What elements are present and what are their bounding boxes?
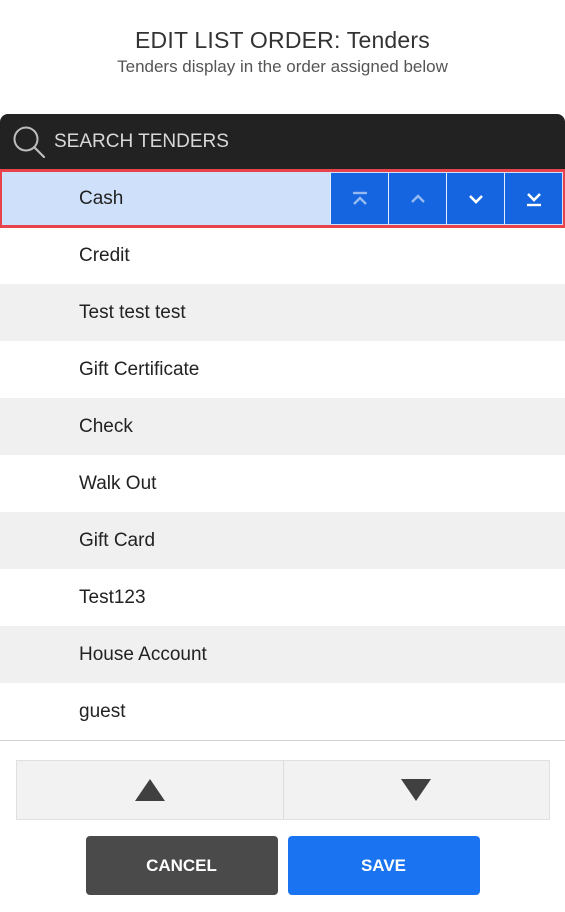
search-icon bbox=[13, 126, 46, 159]
page-subtitle: Tenders display in the order assigned be… bbox=[117, 57, 448, 76]
list-item[interactable]: Walk Out bbox=[0, 455, 565, 512]
list-item[interactable]: House Account bbox=[0, 626, 565, 683]
list-item[interactable]: Credit bbox=[0, 227, 565, 284]
list-item-label: Credit bbox=[79, 244, 130, 266]
move-to-bottom-button[interactable] bbox=[504, 173, 562, 224]
list-item[interactable]: guest bbox=[0, 683, 565, 740]
list-item-label: guest bbox=[79, 700, 126, 722]
list-item-label: Walk Out bbox=[79, 472, 157, 494]
list-item[interactable]: Gift Card bbox=[0, 512, 565, 569]
list-item[interactable]: Test test test bbox=[0, 284, 565, 341]
list-item-label: Test test test bbox=[79, 301, 186, 323]
save-button[interactable]: SAVE bbox=[287, 836, 480, 895]
tender-list: Cash Credit Test test test Gift Certific… bbox=[0, 169, 565, 741]
list-item-label: House Account bbox=[79, 643, 207, 665]
list-item[interactable]: Cash bbox=[0, 169, 565, 228]
list-item[interactable]: Check bbox=[0, 398, 565, 455]
row-actions bbox=[330, 173, 562, 224]
move-up-button[interactable] bbox=[388, 173, 446, 224]
list-item-label: Check bbox=[79, 415, 133, 437]
list-item-label: Test123 bbox=[79, 586, 146, 608]
move-to-bottom-icon bbox=[526, 192, 541, 206]
search-input[interactable] bbox=[54, 131, 534, 153]
list-divider bbox=[0, 740, 565, 741]
search-bar bbox=[0, 114, 565, 170]
move-to-top-button[interactable] bbox=[330, 173, 388, 224]
move-up-arrow-button[interactable] bbox=[17, 761, 283, 819]
move-down-button[interactable] bbox=[446, 173, 504, 224]
reorder-arrows bbox=[16, 760, 550, 820]
move-up-icon bbox=[410, 193, 425, 203]
move-down-arrow-button[interactable] bbox=[282, 761, 550, 819]
page-title: EDIT LIST ORDER: Tenders bbox=[135, 27, 430, 53]
list-item[interactable]: Gift Certificate bbox=[0, 341, 565, 398]
dialog-footer: CANCEL SAVE bbox=[0, 836, 565, 895]
list-item-label: Gift Card bbox=[79, 529, 156, 551]
move-to-top-icon bbox=[352, 191, 367, 205]
arrow-down-icon bbox=[401, 779, 432, 801]
move-down-icon bbox=[468, 194, 483, 204]
arrow-up-icon bbox=[134, 779, 165, 801]
list-item-label: Gift Certificate bbox=[79, 358, 200, 380]
list-item[interactable]: Test123 bbox=[0, 569, 565, 626]
cancel-button[interactable]: CANCEL bbox=[85, 836, 278, 895]
dialog-header: EDIT LIST ORDER: Tenders Tenders display… bbox=[0, 0, 565, 114]
list-item-label: Cash bbox=[79, 187, 124, 209]
